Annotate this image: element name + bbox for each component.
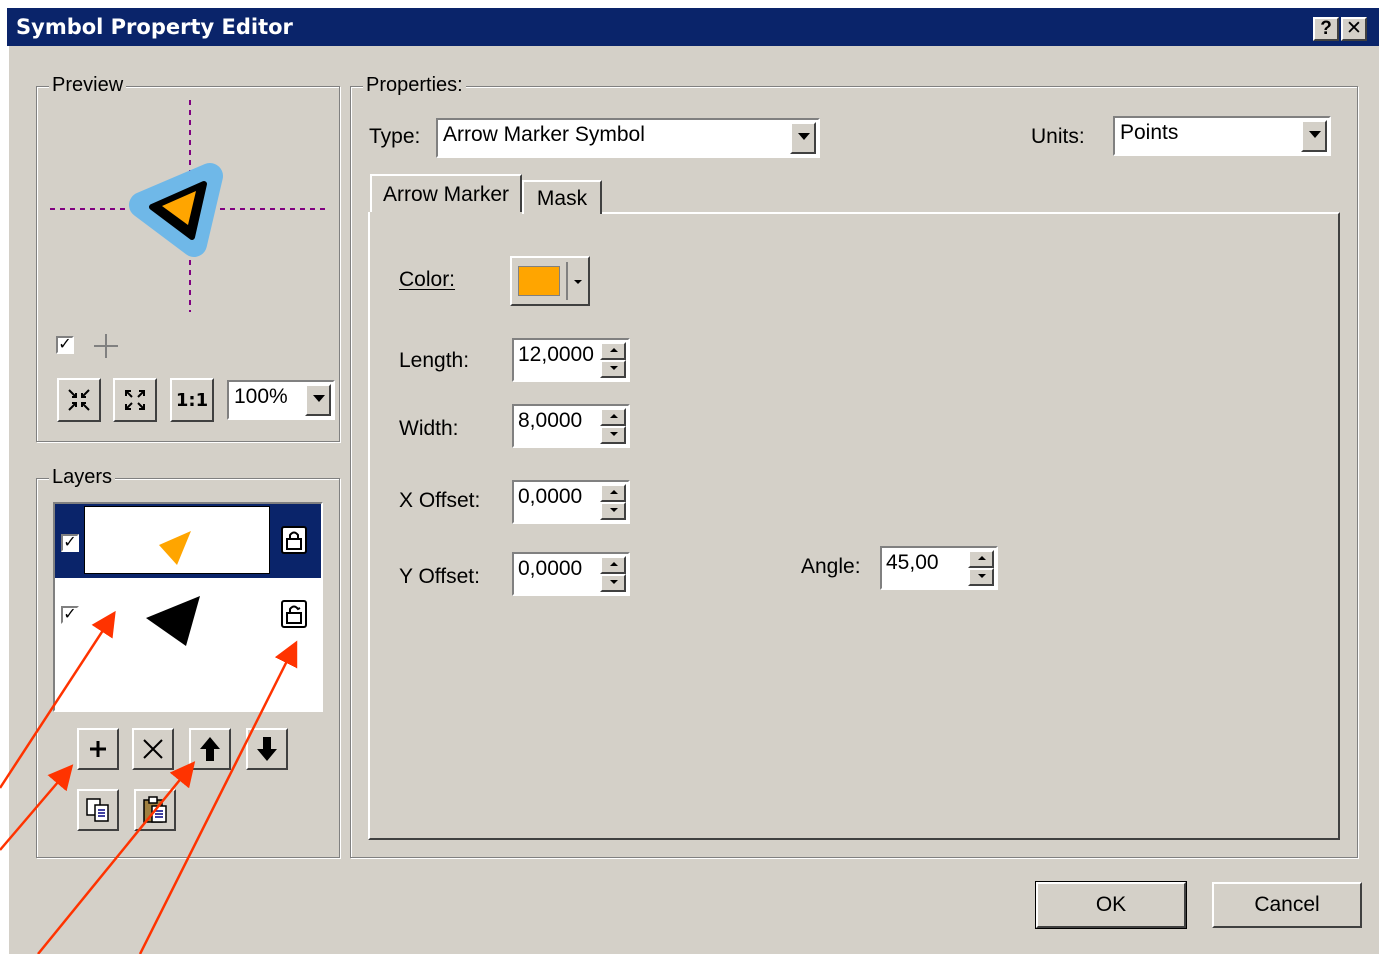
layer-2-arrow-icon <box>146 596 200 646</box>
tab-active-gap <box>370 212 522 216</box>
zoom-level-dropdown-icon[interactable] <box>305 384 331 416</box>
yoffset-down-icon[interactable] <box>600 574 626 592</box>
layer-1-thumbnail <box>84 506 270 574</box>
units-label: Units: <box>1031 125 1085 148</box>
help-glyph: ? <box>1320 18 1332 39</box>
arrow-up-icon <box>200 737 220 761</box>
tab-mask[interactable]: Mask <box>522 180 602 214</box>
plus-icon <box>90 741 106 757</box>
width-up-icon[interactable] <box>600 408 626 426</box>
layer-2-visible-checkbox[interactable]: ✓ <box>61 606 79 624</box>
units-combo[interactable]: Points <box>1113 116 1331 156</box>
preview-show-center-checkbox[interactable]: ✓ <box>56 336 74 354</box>
paste-layer-button[interactable] <box>134 789 176 831</box>
paste-icon <box>143 796 167 823</box>
layer-row-2[interactable]: ✓ <box>55 578 321 652</box>
angle-up-icon[interactable] <box>968 550 994 568</box>
cancel-button[interactable]: Cancel <box>1212 882 1362 928</box>
length-down-icon[interactable] <box>600 360 626 378</box>
width-label: Width: <box>399 417 459 440</box>
add-layer-button[interactable] <box>77 728 119 770</box>
properties-group-label: Properties: <box>363 74 466 96</box>
length-spinner[interactable]: 12,0000 <box>512 338 630 382</box>
remove-layer-button[interactable] <box>132 728 174 770</box>
zoom-level-combo[interactable]: 100% <box>227 380 335 420</box>
preview-canvas <box>40 92 336 322</box>
type-combo[interactable]: Arrow Marker Symbol <box>436 118 820 158</box>
angle-value: 45,00 <box>886 551 939 574</box>
move-layer-down-button[interactable] <box>246 728 288 770</box>
crosshair-icon <box>90 330 122 362</box>
title-bar[interactable]: Symbol Property Editor ? ✕ <box>7 8 1379 46</box>
delete-icon <box>143 739 163 759</box>
color-label: Color: <box>399 268 456 291</box>
tab-arrow-marker[interactable]: Arrow Marker <box>370 174 522 214</box>
layer-1-visible-checkbox[interactable]: ✓ <box>61 534 79 552</box>
length-up-icon[interactable] <box>600 342 626 360</box>
zoom-out-icon <box>125 390 145 410</box>
help-button[interactable]: ? <box>1313 17 1339 41</box>
ok-button[interactable]: OK <box>1035 881 1187 929</box>
window-title: Symbol Property Editor <box>16 15 293 39</box>
type-label: Type: <box>369 125 421 148</box>
fixed-zoom-button[interactable]: 1:1 <box>170 378 214 422</box>
length-value: 12,0000 <box>518 343 594 366</box>
type-value: Arrow Marker Symbol <box>443 123 645 146</box>
arrow-down-icon <box>257 737 277 761</box>
layers-list[interactable]: ✓ ✓ <box>53 502 323 712</box>
color-picker-button[interactable] <box>510 256 590 306</box>
layer-1-locked-icon[interactable] <box>281 526 307 554</box>
angle-spinner[interactable]: 45,00 <box>880 546 998 590</box>
color-swatch <box>518 266 560 296</box>
yoffset-value: 0,0000 <box>518 557 583 580</box>
fixed-zoom-label: 1:1 <box>175 389 209 411</box>
zoom-level-value: 100% <box>234 385 288 408</box>
tab-mask-label: Mask <box>536 187 588 210</box>
width-value: 8,0000 <box>518 409 583 432</box>
ok-button-label: OK <box>1095 893 1127 916</box>
zoom-in-icon <box>68 389 90 411</box>
xoffset-spinner[interactable]: 0,0000 <box>512 480 630 524</box>
tab-arrow-marker-label: Arrow Marker <box>382 183 509 206</box>
zoom-in-button[interactable] <box>57 378 101 422</box>
xoffset-down-icon[interactable] <box>600 502 626 520</box>
xoffset-label: X Offset: <box>399 489 481 512</box>
cancel-button-label: Cancel <box>1254 893 1320 916</box>
zoom-out-button[interactable] <box>113 378 157 422</box>
color-divider <box>566 262 568 300</box>
copy-layer-button[interactable] <box>77 789 119 831</box>
xoffset-up-icon[interactable] <box>600 484 626 502</box>
units-value: Points <box>1120 121 1179 144</box>
xoffset-value: 0,0000 <box>518 485 583 508</box>
close-icon: ✕ <box>1346 18 1362 39</box>
units-dropdown-icon[interactable] <box>1301 120 1327 152</box>
width-down-icon[interactable] <box>600 426 626 444</box>
move-layer-up-button[interactable] <box>189 728 231 770</box>
layers-group-label: Layers <box>49 466 116 488</box>
angle-down-icon[interactable] <box>968 568 994 586</box>
yoffset-spinner[interactable]: 0,0000 <box>512 552 630 596</box>
yoffset-up-icon[interactable] <box>600 556 626 574</box>
tab-page <box>368 212 1340 840</box>
angle-label: Angle: <box>801 555 861 578</box>
type-dropdown-icon[interactable] <box>790 122 816 154</box>
length-label: Length: <box>399 349 470 372</box>
copy-icon <box>86 798 109 822</box>
width-spinner[interactable]: 8,0000 <box>512 404 630 448</box>
layer-1-arrow-icon <box>159 531 191 565</box>
layer-2-unlocked-icon[interactable] <box>281 600 307 628</box>
close-button[interactable]: ✕ <box>1341 17 1367 41</box>
layer-row-1[interactable]: ✓ <box>55 504 321 578</box>
yoffset-label: Y Offset: <box>399 565 480 588</box>
color-dropdown-icon <box>574 280 582 284</box>
